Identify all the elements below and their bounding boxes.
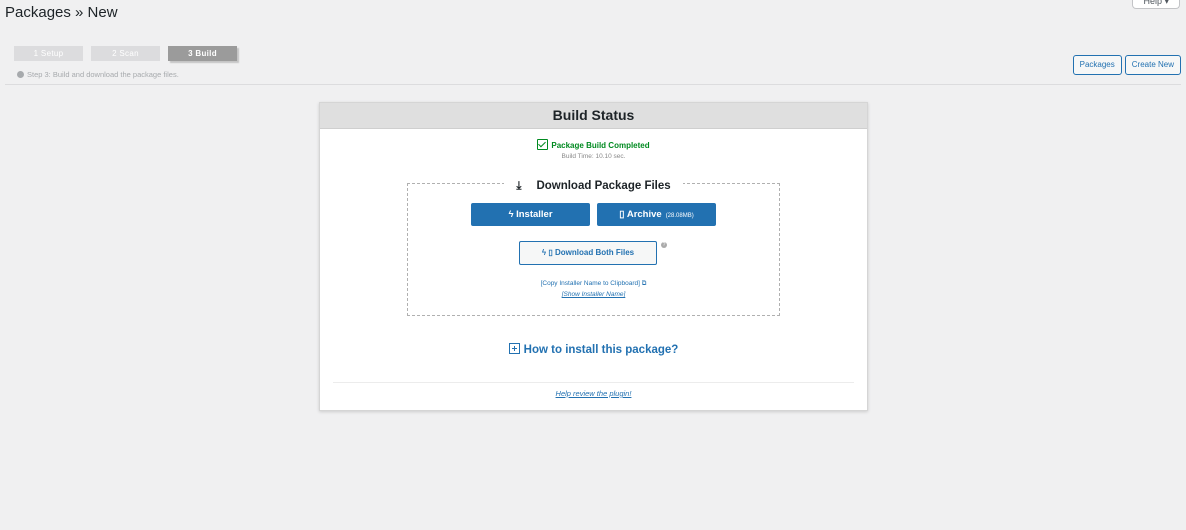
step-description-text: Step 3: Build and download the package f… <box>27 70 179 79</box>
header-divider <box>5 84 1181 85</box>
archive-label: Archive <box>626 209 662 220</box>
help-question-icon[interactable]: ? <box>661 242 667 248</box>
download-legend: ⤓ Download Package Files <box>408 176 779 194</box>
copy-link-text: [Copy Installer Name to Clipboard] <box>540 280 640 287</box>
archive-size: (28.08MB) <box>665 213 694 219</box>
step-scan: 2 Scan <box>91 46 160 61</box>
download-buttons: ϟ Installer ▯ Archive (28.08MB) <box>408 203 779 226</box>
download-files-box: ⤓ Download Package Files ϟ Installer ▯ Ar… <box>407 180 780 316</box>
download-icon: ⤓ <box>510 180 528 192</box>
step-build: 3 Build <box>168 46 237 61</box>
installer-label: Installer <box>516 209 553 220</box>
how-to-install-toggle[interactable]: How to install this package? <box>320 343 867 356</box>
completed-text: Package Build Completed <box>551 141 650 150</box>
build-completed-status: Package Build Completed <box>320 139 867 150</box>
packages-button[interactable]: Packages <box>1072 55 1122 75</box>
step-setup: 1 Setup <box>14 46 83 61</box>
file-archive-icon: ▯ <box>619 209 625 220</box>
create-new-button[interactable]: Create New <box>1124 55 1181 75</box>
bolt-icon: ϟ <box>508 209 514 220</box>
wordpress-icon <box>17 71 24 78</box>
build-status-panel: Build Status Package Build Completed Bui… <box>319 102 868 411</box>
copy-icon: ⧉ <box>641 280 647 287</box>
archive-button[interactable]: ▯ Archive (28.08MB) <box>597 203 716 226</box>
copy-installer-name-link[interactable]: [Copy Installer Name to Clipboard] ⧉ <box>408 280 779 288</box>
help-tab[interactable]: Help ▾ <box>1132 0 1180 9</box>
download-both-label: Download Both Files <box>555 248 635 257</box>
checkbox-check-icon <box>537 139 549 150</box>
review-plugin-link[interactable]: Help review the plugin! <box>320 389 867 398</box>
top-actions: Packages Create New <box>1072 55 1181 75</box>
show-installer-name-link[interactable]: [Show Installer Name] <box>408 291 779 298</box>
download-title: Download Package Files <box>530 180 677 192</box>
bolt-icon: ϟ <box>541 248 547 257</box>
step-description: Step 3: Build and download the package f… <box>17 70 179 79</box>
wizard-steps: 1 Setup 2 Scan 3 Build <box>14 46 237 61</box>
howto-label: How to install this package? <box>523 344 679 356</box>
page-title: Packages » New <box>5 4 118 21</box>
download-both-button[interactable]: ϟ ▯ Download Both Files <box>519 241 657 265</box>
installer-button[interactable]: ϟ Installer <box>471 203 590 226</box>
footer-divider <box>333 382 854 383</box>
plus-square-icon <box>508 343 520 354</box>
build-time: Build Time: 10.10 sec. <box>561 153 626 160</box>
panel-title: Build Status <box>320 103 867 129</box>
file-icon: ▯ <box>548 248 553 257</box>
